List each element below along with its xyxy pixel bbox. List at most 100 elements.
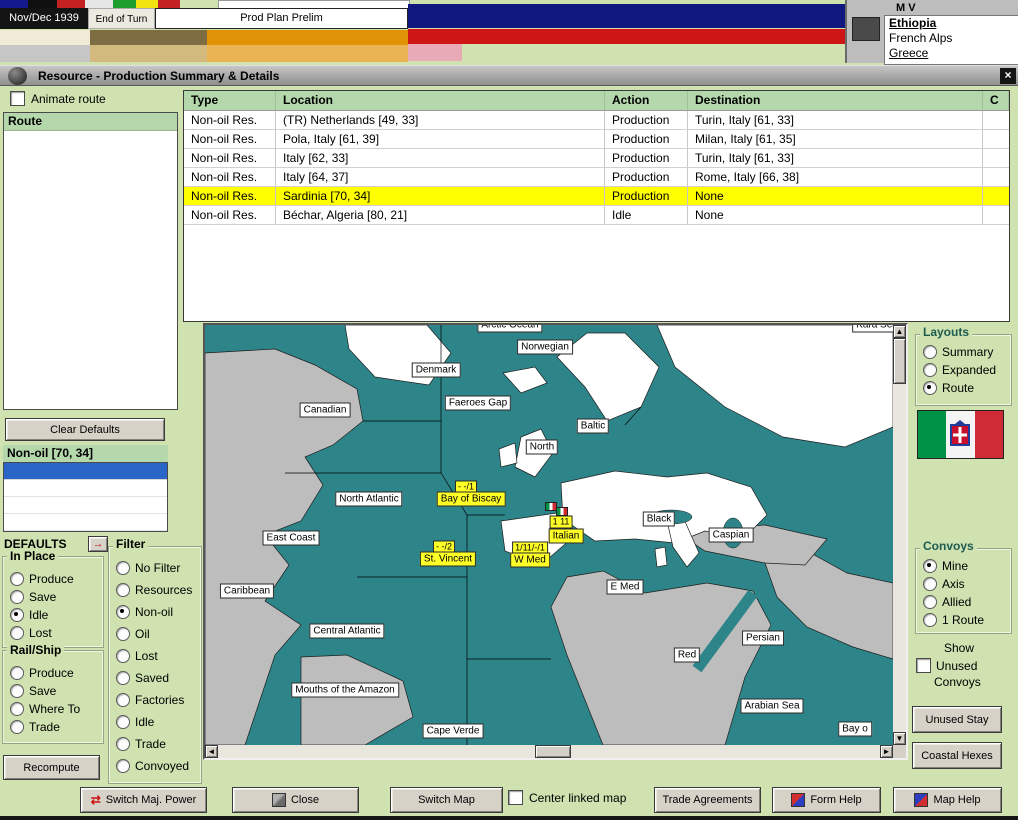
radio-option-produce[interactable]: Produce — [5, 664, 101, 682]
radio-option-produce[interactable]: Produce — [5, 570, 101, 588]
scroll-right-button[interactable]: ► — [880, 745, 893, 758]
close-button[interactable]: Close — [232, 787, 359, 813]
scroll-up-button[interactable]: ▲ — [893, 325, 906, 338]
radio-button[interactable] — [116, 583, 130, 597]
radio-button[interactable] — [116, 759, 130, 773]
radio-option-lost[interactable]: Lost — [111, 645, 199, 667]
route-list-row[interactable] — [4, 480, 167, 497]
route-list-row[interactable] — [4, 514, 167, 531]
radio-button[interactable] — [116, 605, 130, 619]
table-row[interactable]: Non-oil Res. Italy [64, 37] Production Rome… — [184, 168, 1009, 187]
recompute-button[interactable]: Recompute — [3, 755, 100, 780]
radio-button[interactable] — [10, 608, 24, 622]
radio-button[interactable] — [923, 345, 937, 359]
clear-defaults-button[interactable]: Clear Defaults — [5, 418, 165, 441]
radio-button[interactable] — [923, 577, 937, 591]
radio-button[interactable] — [116, 627, 130, 641]
form-help-button[interactable]: Form Help — [772, 787, 881, 813]
radio-option-save[interactable]: Save — [5, 682, 101, 700]
titlebar-close-button[interactable]: × — [1000, 68, 1016, 84]
trade-agreements-button[interactable]: Trade Agreements — [654, 787, 761, 813]
radio-button[interactable] — [116, 737, 130, 751]
radio-button[interactable] — [10, 572, 24, 586]
table-row[interactable]: Non-oil Res. Sardinia [70, 34] Production N… — [184, 187, 1009, 206]
table-row[interactable]: Non-oil Res. Pola, Italy [61, 39] Producti… — [184, 130, 1009, 149]
radio-button[interactable] — [116, 561, 130, 575]
radio-button[interactable] — [923, 363, 937, 377]
coastal-hexes-button[interactable]: Coastal Hexes — [912, 742, 1002, 769]
sea-zone-label: 1 11 — [549, 515, 573, 529]
switch-maj-power-button[interactable]: ⇄ Switch Maj. Power — [80, 787, 207, 813]
radio-option-allied[interactable]: Allied — [918, 593, 1009, 611]
radio-button[interactable] — [10, 626, 24, 640]
convoys-group: Convoys Mine Axis Allied 1 Route — [915, 539, 1012, 634]
radio-button[interactable] — [923, 559, 937, 573]
radio-option-where-to[interactable]: Where To — [5, 700, 101, 718]
radio-option-idle[interactable]: Idle — [111, 711, 199, 733]
radio-option-idle[interactable]: Idle — [5, 606, 101, 624]
radio-button[interactable] — [116, 693, 130, 707]
radio-option-resources[interactable]: Resources — [111, 579, 199, 601]
radio-button[interactable] — [116, 715, 130, 729]
route-listbox[interactable] — [3, 462, 168, 532]
radio-option-convoyed[interactable]: Convoyed — [111, 755, 199, 777]
table-row[interactable]: Non-oil Res. Italy [62, 33] Production Turi… — [184, 149, 1009, 168]
radio-button[interactable] — [10, 590, 24, 604]
radio-option-factories[interactable]: Factories — [111, 689, 199, 711]
radio-option-summary[interactable]: Summary — [918, 343, 1009, 361]
table-header-destination[interactable]: Destination — [688, 91, 983, 110]
radio-option-trade[interactable]: Trade — [5, 718, 101, 736]
selected-route-item[interactable] — [4, 463, 167, 480]
radio-button[interactable] — [10, 720, 24, 734]
radio-label: No Filter — [135, 561, 181, 575]
map-vertical-scrollbar[interactable]: ▲ ▼ — [893, 325, 906, 745]
dialog-titlebar[interactable]: Resource - Production Summary & Details … — [0, 65, 1018, 86]
radio-option-mine[interactable]: Mine — [918, 557, 1009, 575]
defaults-arrow-button[interactable]: → — [88, 536, 108, 552]
radio-option-lost[interactable]: Lost — [5, 624, 101, 642]
table-header-action[interactable]: Action — [605, 91, 688, 110]
table-header-type[interactable]: Type — [184, 91, 276, 110]
map-horizontal-scrollbar[interactable]: ◄ ► — [205, 745, 893, 758]
scroll-left-button[interactable]: ◄ — [205, 745, 218, 758]
country-item-ethiopia[interactable]: Ethiopia — [885, 16, 1018, 31]
table-row[interactable]: Non-oil Res. Béchar, Algeria [80, 21] Idle… — [184, 206, 1009, 225]
radio-button[interactable] — [10, 684, 24, 698]
radio-option-save[interactable]: Save — [5, 588, 101, 606]
radio-option-non-oil[interactable]: Non-oil — [111, 601, 199, 623]
radio-option-1-route[interactable]: 1 Route — [918, 611, 1009, 629]
switch-map-button[interactable]: Switch Map — [390, 787, 503, 813]
radio-button[interactable] — [116, 649, 130, 663]
radio-option-axis[interactable]: Axis — [918, 575, 1009, 593]
unused-stay-button[interactable]: Unused Stay — [912, 706, 1002, 733]
table-cell: Idle — [605, 206, 688, 224]
table-row[interactable]: Non-oil Res. (TR) Netherlands [49, 33] Pro… — [184, 111, 1009, 130]
vertical-scroll-thumb[interactable] — [893, 338, 906, 384]
table-header-location[interactable]: Location — [276, 91, 605, 110]
radio-option-route[interactable]: Route — [918, 379, 1009, 397]
route-list-row[interactable] — [4, 497, 167, 514]
map-help-button[interactable]: Map Help — [893, 787, 1002, 813]
radio-button[interactable] — [923, 381, 937, 395]
map-viewport[interactable]: Arctic Ocean Kara Sea Norwegian Denmark Faer… — [205, 325, 893, 745]
center-linked-checkbox[interactable] — [508, 790, 523, 805]
radio-option-trade[interactable]: Trade — [111, 733, 199, 755]
show-unused-checkbox[interactable] — [916, 658, 931, 673]
radio-option-oil[interactable]: Oil — [111, 623, 199, 645]
radio-option-expanded[interactable]: Expanded — [918, 361, 1009, 379]
radio-button[interactable] — [10, 702, 24, 716]
country-item-french-alps[interactable]: French Alps — [885, 31, 1018, 46]
radio-button[interactable] — [116, 671, 130, 685]
country-item-greece[interactable]: Greece — [885, 46, 1018, 61]
red-arrow-icon: → — [92, 538, 104, 550]
radio-option-saved[interactable]: Saved — [111, 667, 199, 689]
scroll-down-button[interactable]: ▼ — [893, 732, 906, 745]
radio-button[interactable] — [923, 613, 937, 627]
horizontal-scroll-thumb[interactable] — [535, 745, 571, 758]
radio-button[interactable] — [10, 666, 24, 680]
radio-button[interactable] — [923, 595, 937, 609]
animate-route-checkbox[interactable] — [10, 91, 25, 106]
table-header-c[interactable]: C — [983, 91, 1009, 110]
radio-option-no-filter[interactable]: No Filter — [111, 557, 199, 579]
sea-zone-label: Cape Verde — [422, 723, 484, 739]
